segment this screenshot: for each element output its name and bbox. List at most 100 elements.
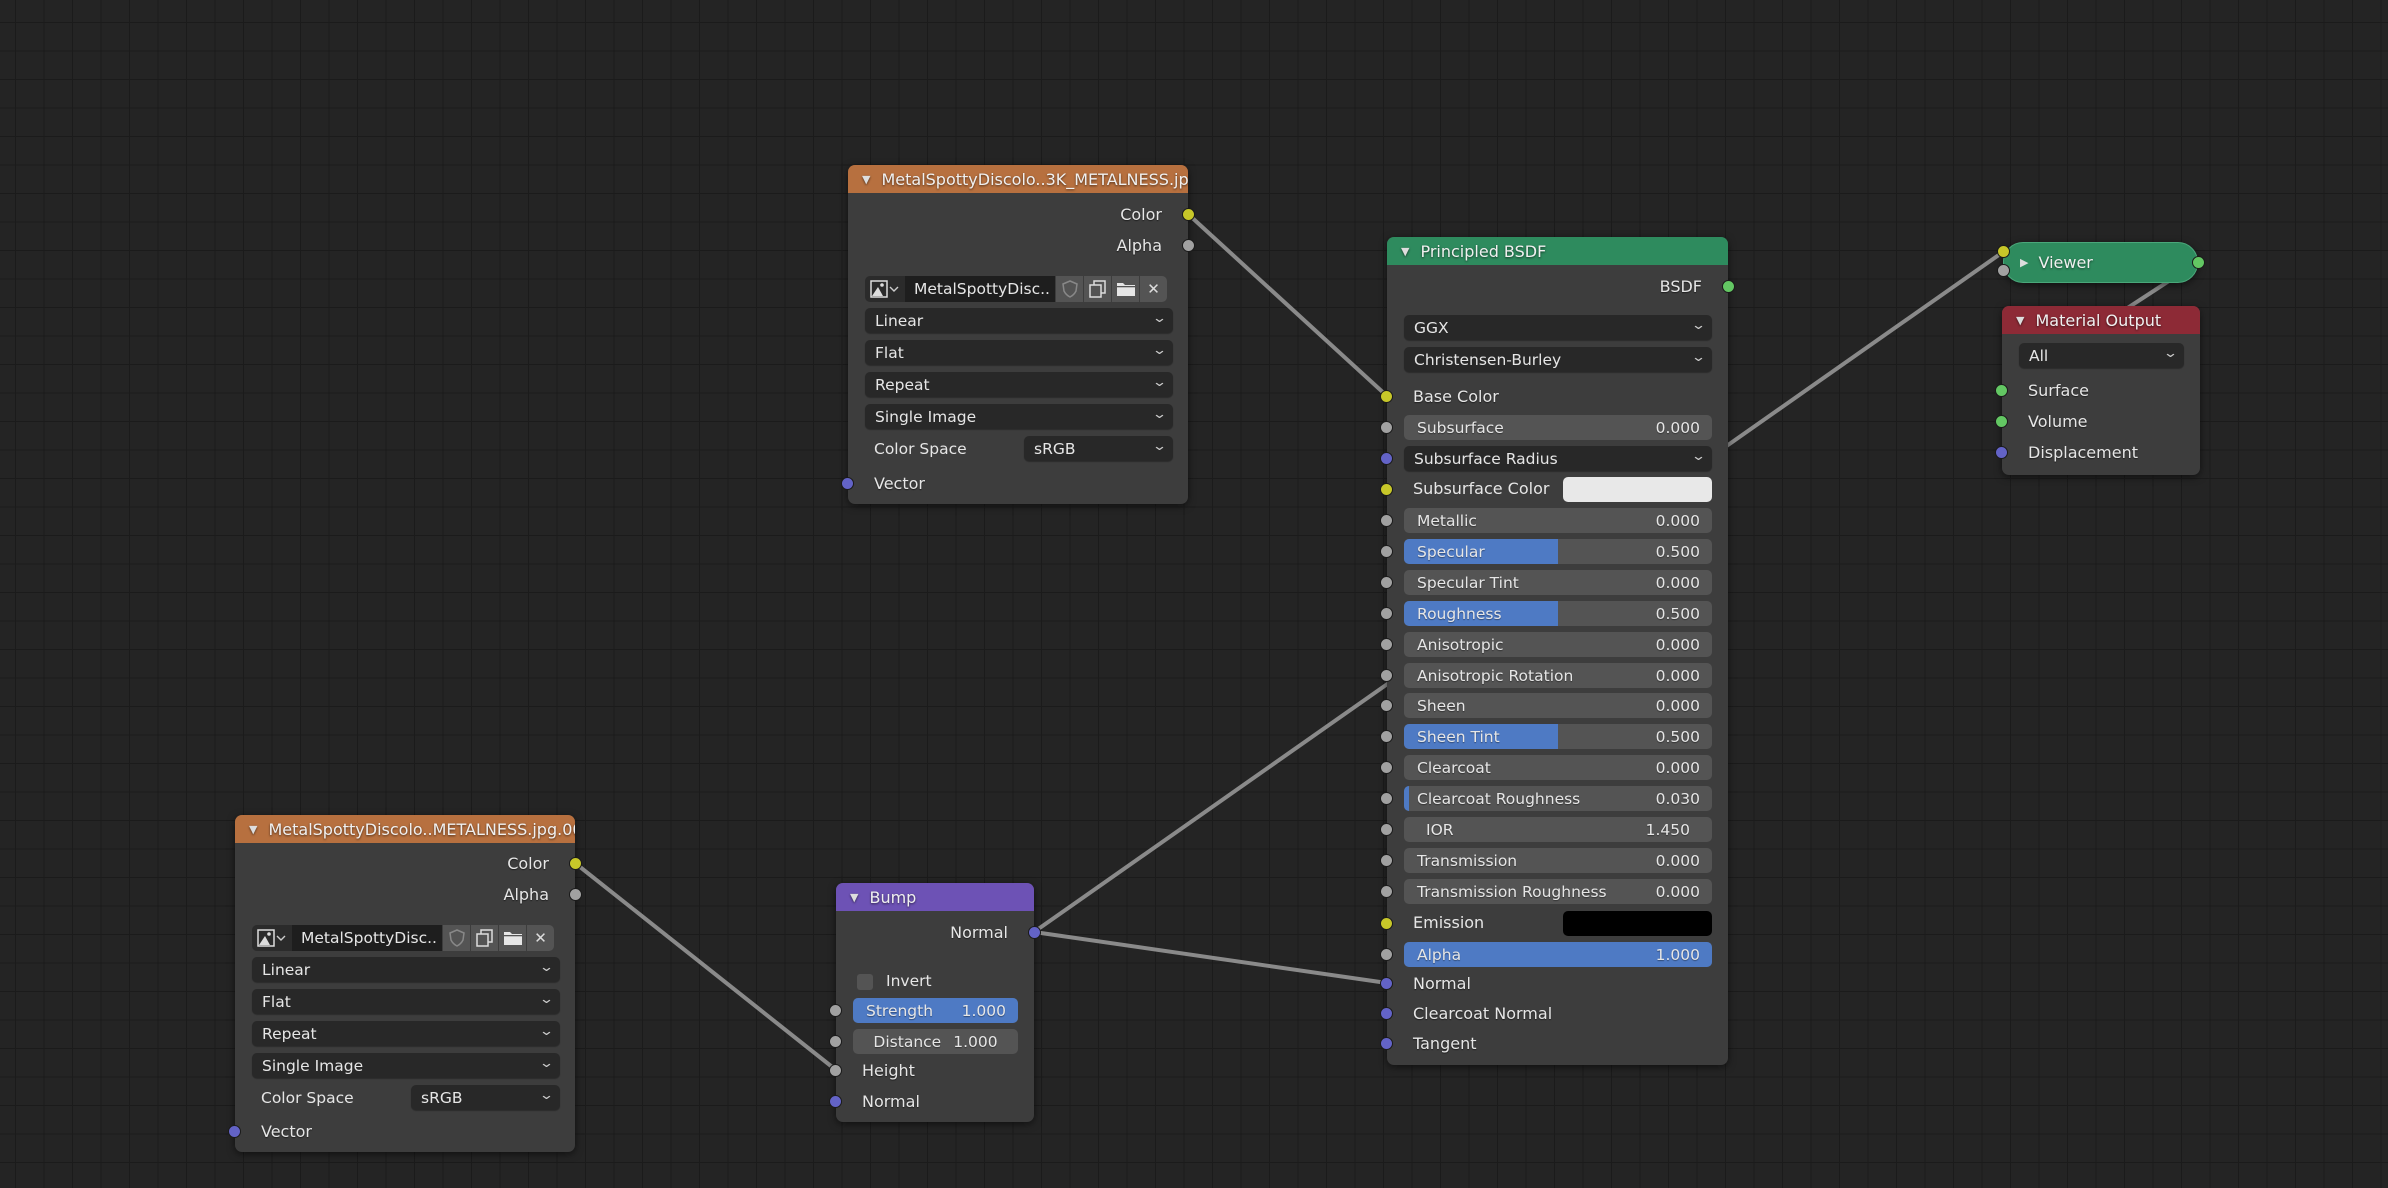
input-socket-displacement[interactable] [1995, 446, 2008, 459]
viewer-node[interactable]: ▶ Viewer [1997, 242, 2205, 283]
projection-dropdown[interactable]: Flat ⌄ [252, 989, 560, 1014]
input-socket-alpha[interactable] [1380, 948, 1393, 961]
extension-dropdown[interactable]: Repeat ⌄ [252, 1021, 560, 1046]
open-image-button[interactable] [499, 925, 526, 951]
input-socket-ior[interactable] [1380, 823, 1393, 836]
unlink-image-button[interactable]: ✕ [1140, 276, 1167, 302]
input-socket-distance[interactable] [829, 1035, 842, 1048]
sheen-tint-field[interactable]: Sheen Tint 0.500 [1404, 724, 1712, 749]
input-socket-normal[interactable] [1380, 977, 1393, 990]
transmission-field[interactable]: Transmission 0.000 [1404, 848, 1712, 873]
image-texture-node-1[interactable]: ▼ MetalSpottyDiscolo..3K_METALNESS.jpg C… [841, 165, 1195, 504]
principled-bsdf-node[interactable]: ▼ Principled BSDF BSDF GGX ⌄ Christensen-… [1380, 237, 1735, 1065]
subsurface-method-dropdown[interactable]: Christensen-Burley ⌄ [1404, 347, 1712, 372]
collapse-triangle-icon[interactable]: ▼ [1401, 245, 1409, 258]
target-dropdown[interactable]: All ⌄ [2019, 343, 2184, 368]
expand-triangle-icon[interactable]: ▶ [2020, 256, 2028, 269]
output-socket-color[interactable] [569, 857, 582, 870]
strength-field[interactable]: Strength 1.000 [853, 998, 1018, 1023]
specular-tint-field[interactable]: Specular Tint 0.000 [1404, 570, 1712, 595]
output-socket-normal[interactable] [1028, 926, 1041, 939]
interpolation-dropdown[interactable]: Linear ⌄ [865, 308, 1173, 333]
interpolation-dropdown[interactable]: Linear ⌄ [252, 957, 560, 982]
bump-node[interactable]: ▼ Bump Normal Invert Strength 1.000 Dist… [829, 883, 1041, 1122]
input-socket-normal[interactable] [829, 1095, 842, 1108]
input-socket-sheen[interactable] [1380, 699, 1393, 712]
input-socket-viewer-color[interactable] [1997, 245, 2010, 258]
subsurface-radius-dropdown[interactable]: Subsurface Radius ⌄ [1404, 446, 1712, 471]
input-socket-subsurface[interactable] [1380, 421, 1393, 434]
image-texture-node-2[interactable]: ▼ MetalSpottyDiscolo..METALNESS.jpg.001 … [228, 815, 582, 1152]
input-socket-clearcoat-roughness[interactable] [1380, 792, 1393, 805]
input-socket-transmission[interactable] [1380, 854, 1393, 867]
node-header[interactable]: ▼ Principled BSDF [1387, 237, 1728, 265]
collapse-triangle-icon[interactable]: ▼ [2016, 314, 2024, 327]
input-socket-emission[interactable] [1380, 917, 1393, 930]
input-socket-sheen-tint[interactable] [1380, 730, 1393, 743]
input-socket-vector[interactable] [841, 477, 854, 490]
collapse-triangle-icon[interactable]: ▼ [850, 891, 858, 904]
alpha-field[interactable]: Alpha 1.000 [1404, 942, 1712, 967]
input-socket-viewer-alpha[interactable] [1997, 264, 2010, 277]
output-socket-alpha[interactable] [569, 888, 582, 901]
distance-field[interactable]: Distance 1.000 [853, 1029, 1018, 1054]
input-socket-transmission-roughness[interactable] [1380, 885, 1393, 898]
node-header[interactable]: ▼ MetalSpottyDiscolo..3K_METALNESS.jpg [848, 165, 1188, 193]
roughness-field[interactable]: Roughness 0.500 [1404, 601, 1712, 626]
distribution-dropdown[interactable]: GGX ⌄ [1404, 315, 1712, 340]
emission-color-swatch[interactable] [1563, 911, 1712, 936]
input-socket-clearcoat-normal[interactable] [1380, 1007, 1393, 1020]
node-header[interactable]: ▼ MetalSpottyDiscolo..METALNESS.jpg.001 [235, 815, 575, 843]
specular-field[interactable]: Specular 0.500 [1404, 539, 1712, 564]
color-space-dropdown[interactable]: sRGB ⌄ [411, 1085, 560, 1110]
ior-field[interactable]: IOR 1.450 [1404, 817, 1712, 842]
metallic-field[interactable]: Metallic 0.000 [1404, 508, 1712, 533]
clearcoat-field[interactable]: Clearcoat 0.000 [1404, 755, 1712, 780]
node-header[interactable]: ▼ Material Output [2002, 306, 2200, 334]
input-socket-metallic[interactable] [1380, 514, 1393, 527]
collapse-triangle-icon[interactable]: ▼ [862, 173, 870, 186]
unlink-image-button[interactable]: ✕ [527, 925, 554, 951]
input-socket-height[interactable] [829, 1064, 842, 1077]
sheen-field[interactable]: Sheen 0.000 [1404, 693, 1712, 718]
color-space-dropdown[interactable]: sRGB ⌄ [1024, 436, 1173, 461]
subsurface-color-swatch[interactable] [1563, 477, 1712, 502]
duplicate-image-button[interactable] [471, 925, 498, 951]
fake-user-button[interactable] [1056, 276, 1083, 302]
input-socket-subsurface-radius[interactable] [1380, 452, 1393, 465]
input-socket-anisotropic[interactable] [1380, 638, 1393, 651]
image-name-field[interactable]: MetalSpottyDisc.. [905, 276, 1055, 302]
output-socket-viewer[interactable] [2192, 256, 2205, 269]
anisotropic-rotation-field[interactable]: Anisotropic Rotation 0.000 [1404, 663, 1712, 688]
source-dropdown[interactable]: Single Image ⌄ [865, 404, 1173, 429]
output-socket-alpha[interactable] [1182, 239, 1195, 252]
input-socket-specular-tint[interactable] [1380, 576, 1393, 589]
transmission-roughness-field[interactable]: Transmission Roughness 0.000 [1404, 879, 1712, 904]
subsurface-field[interactable]: Subsurface 0.000 [1404, 415, 1712, 440]
input-socket-strength[interactable] [829, 1004, 842, 1017]
extension-dropdown[interactable]: Repeat ⌄ [865, 372, 1173, 397]
input-socket-roughness[interactable] [1380, 607, 1393, 620]
input-socket-anisotropic-rotation[interactable] [1380, 669, 1393, 682]
node-header[interactable]: ▼ Bump [836, 883, 1034, 911]
material-output-node[interactable]: ▼ Material Output All ⌄ Surface Volume Di… [1995, 306, 2200, 475]
open-image-button[interactable] [1112, 276, 1139, 302]
output-socket-color[interactable] [1182, 208, 1195, 221]
input-socket-vector[interactable] [228, 1125, 241, 1138]
fake-user-button[interactable] [443, 925, 470, 951]
image-name-field[interactable]: MetalSpottyDisc.. [292, 925, 442, 951]
input-socket-subsurface-color[interactable] [1380, 483, 1393, 496]
source-dropdown[interactable]: Single Image ⌄ [252, 1053, 560, 1078]
input-socket-base-color[interactable] [1380, 390, 1393, 403]
input-socket-clearcoat[interactable] [1380, 761, 1393, 774]
image-browse-button[interactable] [252, 925, 292, 951]
input-socket-volume[interactable] [1995, 415, 2008, 428]
anisotropic-field[interactable]: Anisotropic 0.000 [1404, 632, 1712, 657]
collapse-triangle-icon[interactable]: ▼ [249, 823, 257, 836]
input-socket-surface[interactable] [1995, 384, 2008, 397]
input-socket-tangent[interactable] [1380, 1037, 1393, 1050]
duplicate-image-button[interactable] [1084, 276, 1111, 302]
invert-checkbox[interactable] [857, 974, 873, 990]
input-socket-specular[interactable] [1380, 545, 1393, 558]
clearcoat-roughness-field[interactable]: Clearcoat Roughness 0.030 [1404, 786, 1712, 811]
